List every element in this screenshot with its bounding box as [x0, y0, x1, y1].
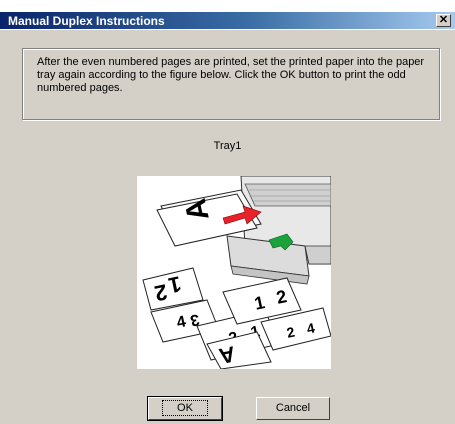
close-button[interactable]: ✕ — [436, 14, 451, 27]
cancel-button[interactable]: Cancel — [256, 397, 330, 420]
window-title: Manual Duplex Instructions — [8, 14, 165, 28]
ok-button-label: OK — [162, 400, 208, 416]
instructions-text: After the even numbered pages are printe… — [37, 56, 425, 94]
printer-illustration: A 2 1 4 3 2 1 1 — [142, 175, 332, 370]
title-bar: Manual Duplex Instructions ✕ — [0, 0, 455, 30]
close-icon: ✕ — [438, 14, 449, 26]
duplex-figure: A 2 1 4 3 2 1 1 — [137, 175, 332, 370]
manual-duplex-dialog: Manual Duplex Instructions ✕ After the e… — [0, 0, 455, 424]
tray-label: Tray1 — [213, 140, 242, 152]
instructions-panel: After the even numbered pages are printe… — [22, 48, 440, 120]
ok-button[interactable]: OK — [147, 396, 223, 421]
cancel-button-label: Cancel — [275, 402, 311, 414]
